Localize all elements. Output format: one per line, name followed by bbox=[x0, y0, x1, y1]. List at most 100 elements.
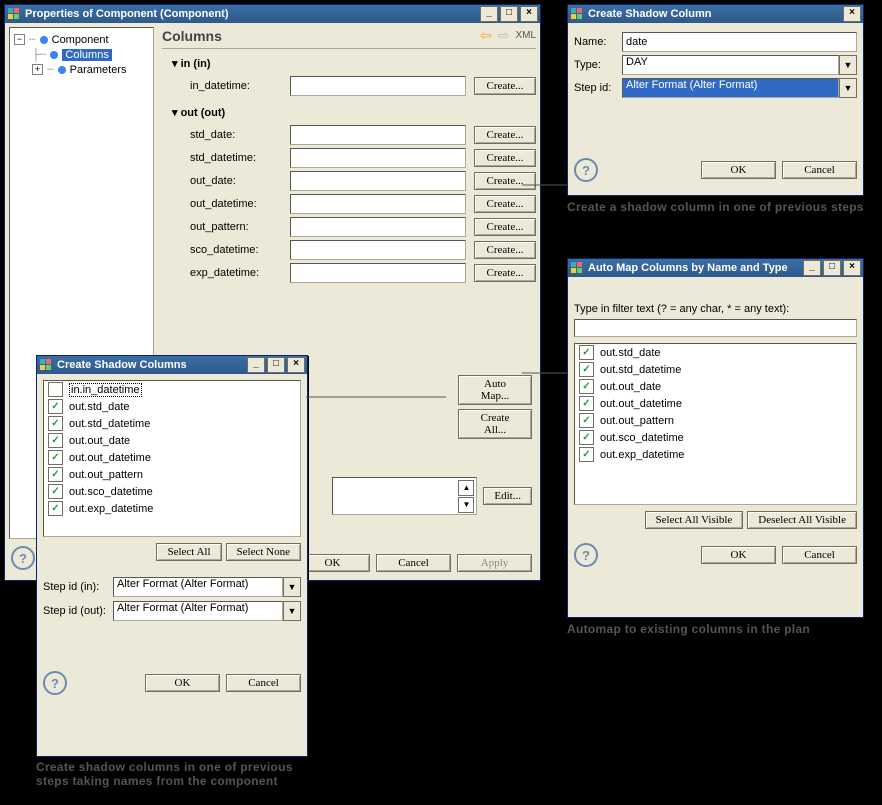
maximize-button[interactable]: □ bbox=[823, 260, 841, 276]
cancel-button[interactable]: Cancel bbox=[782, 546, 857, 564]
close-button[interactable]: × bbox=[287, 357, 305, 373]
apply-button[interactable]: Apply bbox=[457, 554, 532, 572]
field-input[interactable] bbox=[290, 148, 466, 168]
list-item[interactable]: out.std_datetime bbox=[44, 415, 300, 432]
minimize-button[interactable]: _ bbox=[480, 6, 498, 22]
chevron-down-icon[interactable]: ▼ bbox=[283, 601, 301, 621]
group-in[interactable]: ▾ in (in) bbox=[172, 57, 536, 70]
list-item[interactable]: out.exp_datetime bbox=[44, 500, 300, 517]
collapse-icon[interactable]: − bbox=[14, 34, 25, 45]
cancel-button[interactable]: Cancel bbox=[376, 554, 451, 572]
help-icon[interactable]: ? bbox=[11, 546, 35, 570]
select-none-button[interactable]: Select None bbox=[226, 543, 301, 561]
checkbox-icon[interactable] bbox=[579, 379, 594, 394]
tree-root[interactable]: − ┄ Component bbox=[14, 32, 149, 47]
list-item[interactable]: out.out_date bbox=[44, 432, 300, 449]
close-button[interactable]: × bbox=[843, 260, 861, 276]
chevron-down-icon[interactable]: ▼ bbox=[839, 55, 857, 75]
cancel-button[interactable]: Cancel bbox=[782, 161, 857, 179]
checkbox-icon[interactable] bbox=[579, 345, 594, 360]
listbox-area[interactable]: ▲ ▼ bbox=[332, 477, 477, 515]
list-item[interactable]: out.exp_datetime bbox=[575, 446, 856, 463]
step-out-combo[interactable]: Alter Format (Alter Format)▼ bbox=[113, 601, 301, 621]
list-item[interactable]: in.in_datetime bbox=[44, 381, 300, 398]
step-in-combo[interactable]: Alter Format (Alter Format)▼ bbox=[113, 577, 301, 597]
amc-listbox[interactable]: out.std_dateout.std_datetimeout.out_date… bbox=[574, 343, 857, 505]
list-item[interactable]: out.out_datetime bbox=[44, 449, 300, 466]
create-button[interactable]: Create... bbox=[474, 149, 536, 167]
ok-button[interactable]: OK bbox=[701, 161, 776, 179]
expand-icon[interactable]: + bbox=[32, 64, 43, 75]
checkbox-icon[interactable] bbox=[579, 447, 594, 462]
list-item[interactable]: out.std_datetime bbox=[575, 361, 856, 378]
checkbox-icon[interactable] bbox=[48, 433, 63, 448]
close-button[interactable]: × bbox=[520, 6, 538, 22]
xml-link[interactable]: XML bbox=[515, 30, 536, 41]
select-all-button[interactable]: Select All bbox=[156, 543, 221, 561]
spin-down-icon[interactable]: ▼ bbox=[458, 497, 474, 513]
checkbox-icon[interactable] bbox=[48, 484, 63, 499]
help-icon[interactable]: ? bbox=[574, 158, 598, 182]
list-item[interactable]: out.std_date bbox=[575, 344, 856, 361]
list-item[interactable]: out.sco_datetime bbox=[44, 483, 300, 500]
list-item[interactable]: out.out_pattern bbox=[44, 466, 300, 483]
checkbox-icon[interactable] bbox=[579, 362, 594, 377]
checkbox-icon[interactable] bbox=[579, 396, 594, 411]
field-input[interactable] bbox=[290, 125, 466, 145]
help-icon[interactable]: ? bbox=[574, 543, 598, 567]
list-item[interactable]: out.out_date bbox=[575, 378, 856, 395]
checkbox-icon[interactable] bbox=[48, 450, 63, 465]
create-button[interactable]: Create... bbox=[474, 172, 536, 190]
name-input[interactable] bbox=[622, 32, 857, 52]
minimize-button[interactable]: _ bbox=[803, 260, 821, 276]
list-item[interactable]: out.out_datetime bbox=[575, 395, 856, 412]
csc-listbox[interactable]: in.in_datetimeout.std_dateout.std_dateti… bbox=[43, 380, 301, 537]
forward-arrow-icon[interactable]: ⇨ bbox=[498, 27, 510, 44]
ok-button[interactable]: OK bbox=[145, 674, 220, 692]
create-button[interactable]: Create... bbox=[474, 195, 536, 213]
checkbox-icon[interactable] bbox=[48, 467, 63, 482]
field-input[interactable] bbox=[290, 171, 466, 191]
group-out[interactable]: ▾ out (out) bbox=[172, 106, 536, 119]
checkbox-icon[interactable] bbox=[579, 413, 594, 428]
close-button[interactable]: × bbox=[843, 6, 861, 22]
select-all-visible-button[interactable]: Select All Visible bbox=[645, 511, 744, 529]
edit-button[interactable]: Edit... bbox=[483, 487, 532, 505]
minimize-button[interactable]: _ bbox=[247, 357, 265, 373]
help-icon[interactable]: ? bbox=[43, 671, 67, 695]
list-item[interactable]: out.std_date bbox=[44, 398, 300, 415]
deselect-all-visible-button[interactable]: Deselect All Visible bbox=[747, 511, 857, 529]
filter-input[interactable] bbox=[574, 319, 857, 337]
checkbox-icon[interactable] bbox=[48, 382, 63, 397]
field-input[interactable] bbox=[290, 217, 466, 237]
chevron-down-icon[interactable]: ▼ bbox=[839, 78, 857, 98]
create-button[interactable]: Create... bbox=[474, 218, 536, 236]
cancel-button[interactable]: Cancel bbox=[226, 674, 301, 692]
maximize-button[interactable]: □ bbox=[500, 6, 518, 22]
back-arrow-icon[interactable]: ⇦ bbox=[480, 27, 492, 44]
list-item[interactable]: out.out_pattern bbox=[575, 412, 856, 429]
create-button[interactable]: Create... bbox=[474, 264, 536, 282]
ok-button[interactable]: OK bbox=[701, 546, 776, 564]
create-button[interactable]: Create... bbox=[474, 241, 536, 259]
list-item[interactable]: out.sco_datetime bbox=[575, 429, 856, 446]
createall-button[interactable]: Create All... bbox=[458, 409, 532, 439]
type-combo[interactable]: DAY▼ bbox=[622, 55, 857, 75]
maximize-button[interactable]: □ bbox=[267, 357, 285, 373]
automap-button[interactable]: Auto Map... bbox=[458, 375, 532, 405]
field-input[interactable] bbox=[290, 263, 466, 283]
chevron-down-icon[interactable]: ▼ bbox=[283, 577, 301, 597]
spin-up-icon[interactable]: ▲ bbox=[458, 480, 474, 496]
field-input[interactable] bbox=[290, 76, 466, 96]
checkbox-icon[interactable] bbox=[48, 501, 63, 516]
step-combo[interactable]: Alter Format (Alter Format)▼ bbox=[622, 78, 857, 98]
tree-item-columns[interactable]: ├┄ Columns bbox=[14, 47, 149, 62]
tree-item-parameters[interactable]: + ┄ Parameters bbox=[14, 62, 149, 77]
checkbox-icon[interactable] bbox=[48, 399, 63, 414]
create-button[interactable]: Create... bbox=[474, 77, 536, 95]
checkbox-icon[interactable] bbox=[48, 416, 63, 431]
checkbox-icon[interactable] bbox=[579, 430, 594, 445]
field-input[interactable] bbox=[290, 194, 466, 214]
field-input[interactable] bbox=[290, 240, 466, 260]
create-button[interactable]: Create... bbox=[474, 126, 536, 144]
